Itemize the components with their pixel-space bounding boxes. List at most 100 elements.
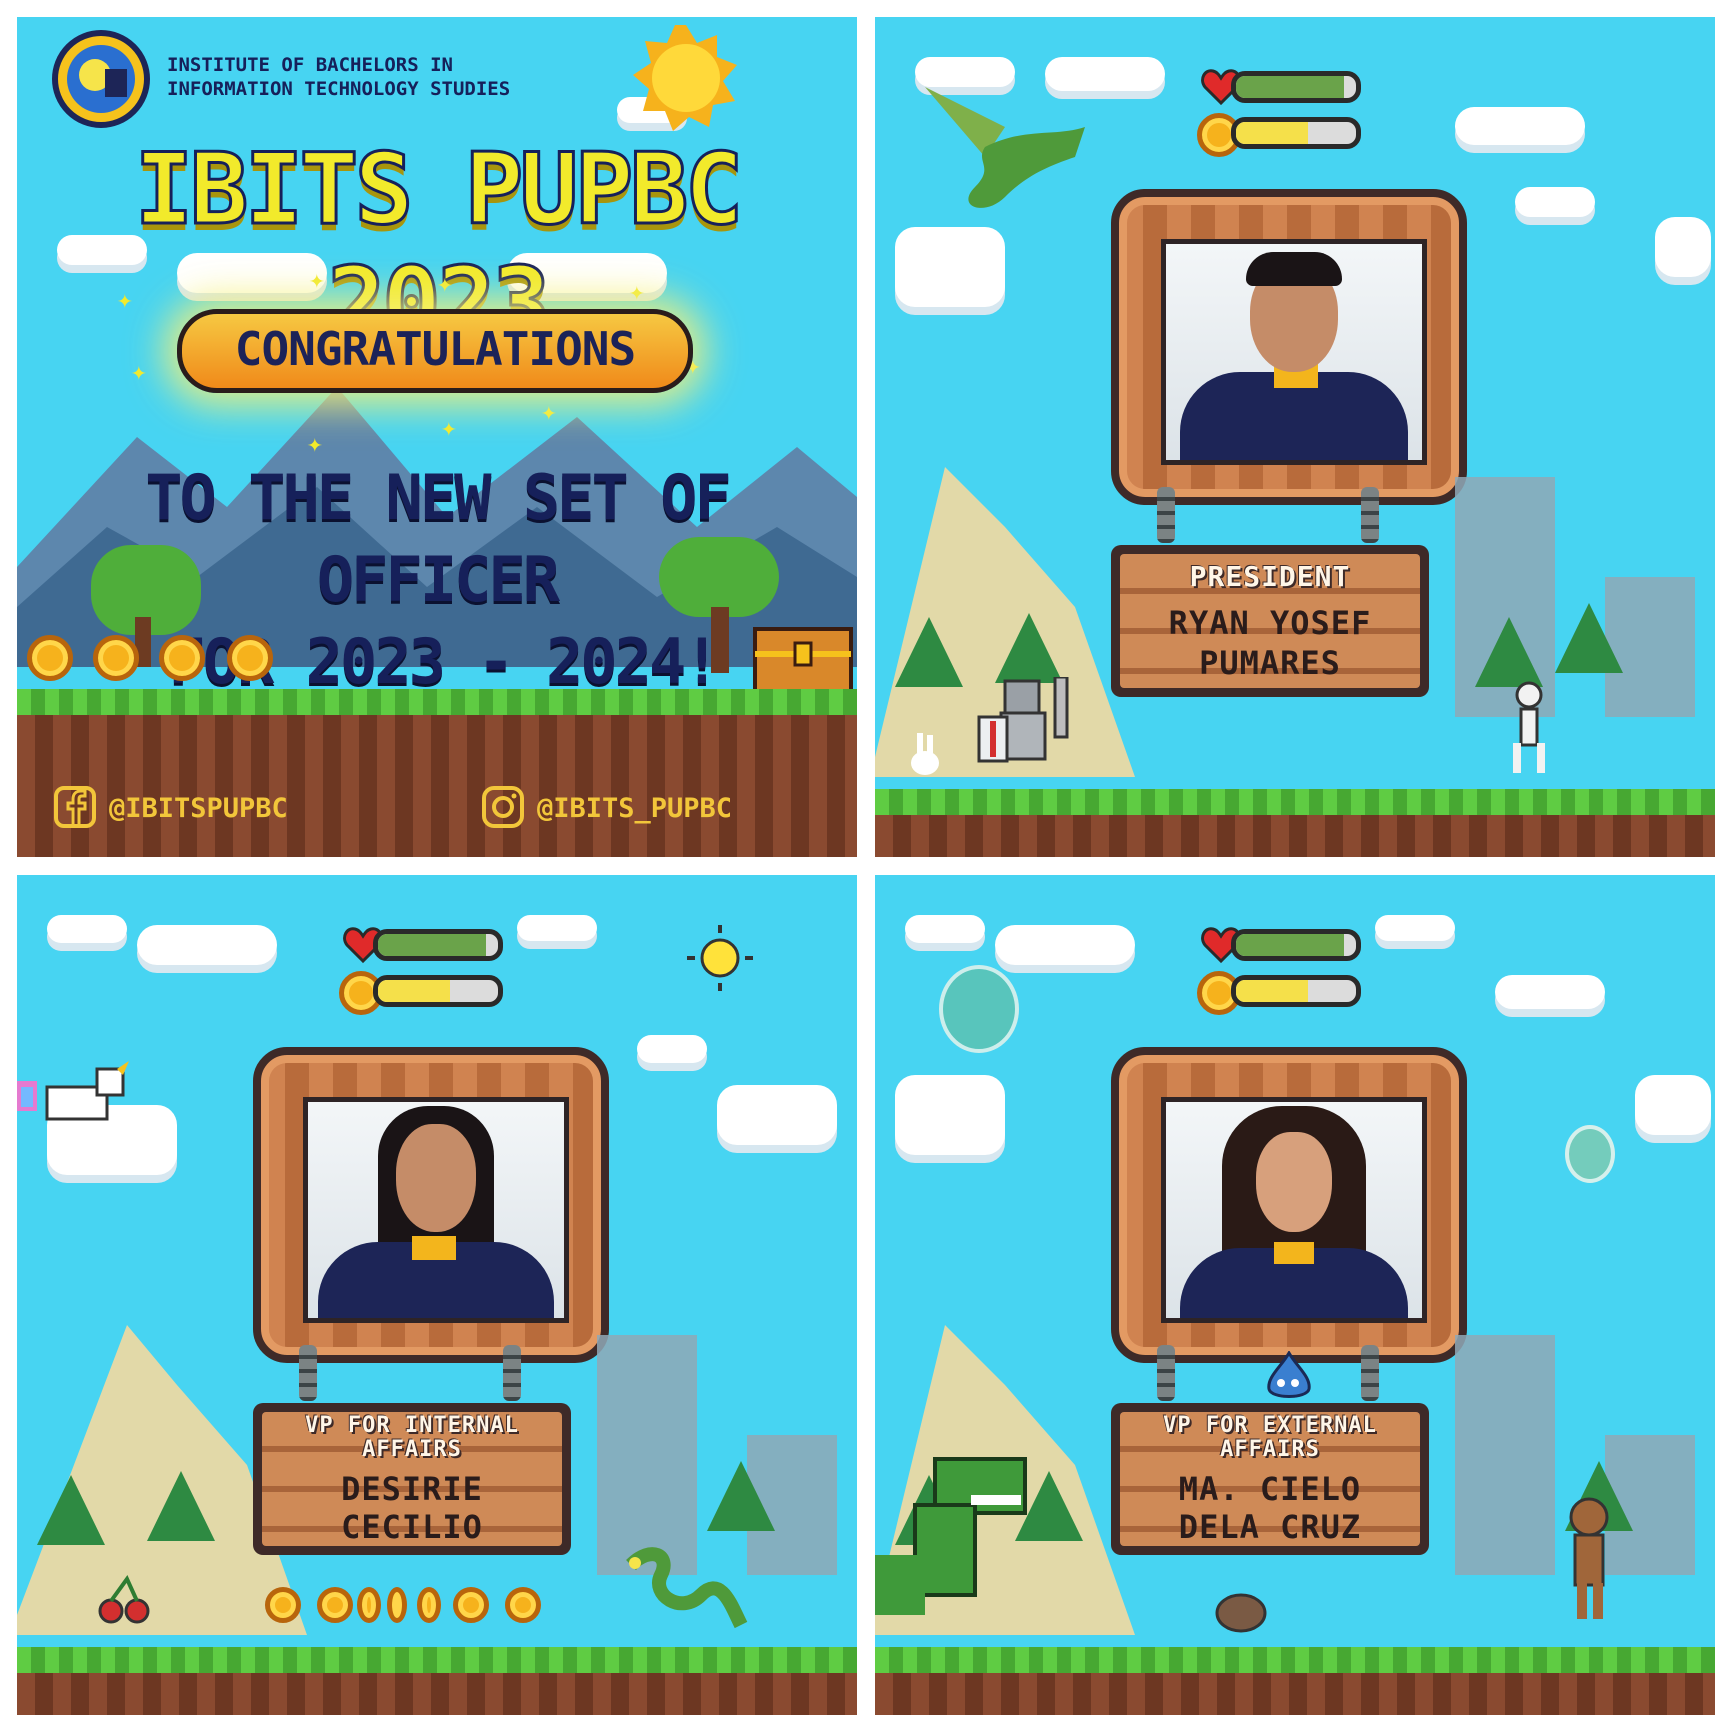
coin-icon <box>93 635 139 681</box>
unicorn-icon <box>17 1061 129 1121</box>
cloud <box>1375 915 1455 941</box>
ground-dirt <box>875 1673 1715 1715</box>
castle-tower <box>597 1335 697 1575</box>
ground-dirt <box>17 715 857 857</box>
poster-panel: INSTITUTE OF BACHELORS IN INFORMATION TE… <box>17 17 857 857</box>
sparkle: ✦ <box>117 285 133 315</box>
officer-name-line1: MA. CIELO <box>1178 1470 1362 1508</box>
sparkle: ✦ <box>131 357 147 387</box>
officer-photo <box>1161 1097 1427 1323</box>
officer-card-vp-internal: VP FOR INTERNAL AFFAIRS DESIRIE CECILIO <box>17 875 857 1715</box>
officer-photo <box>303 1097 569 1323</box>
coin-icon <box>159 635 205 681</box>
pine-tree <box>995 613 1063 683</box>
castle-tower <box>1455 1335 1555 1575</box>
officer-card-president: PRESIDENT RYAN YOSEF PUMARES <box>875 17 1715 857</box>
ground-grass <box>17 1647 857 1673</box>
name-sign: PRESIDENT RYAN YOSEF PUMARES <box>1111 545 1429 697</box>
pine-tree <box>1555 603 1623 673</box>
name-sign: VP FOR INTERNAL AFFAIRS DESIRIE CECILIO <box>253 1403 571 1555</box>
sun-icon <box>633 25 737 131</box>
cloud <box>995 925 1135 965</box>
tree <box>659 537 779 617</box>
coin-icon <box>417 1587 441 1623</box>
pine-tree <box>37 1475 105 1545</box>
cloud <box>717 1085 837 1145</box>
monkey-icon <box>1569 1497 1609 1619</box>
treasure-chest-icon <box>753 627 853 697</box>
health-bar <box>1231 929 1361 961</box>
facebook-icon <box>54 786 96 828</box>
cloud <box>517 915 597 941</box>
health-fill <box>378 934 486 956</box>
knight-icon <box>977 677 1069 763</box>
cloud <box>1655 217 1711 277</box>
sparkle: ✦ <box>441 413 457 443</box>
energy-bar <box>1231 975 1361 1007</box>
pine-tree <box>1475 617 1543 687</box>
chain <box>1361 1345 1379 1401</box>
cloud <box>1455 107 1585 145</box>
cloud <box>895 227 1005 307</box>
health-bar <box>1231 71 1361 103</box>
officer-photo <box>1161 239 1427 465</box>
position-title-line2: AFFAIRS <box>1220 1437 1320 1462</box>
snake-icon <box>626 1547 748 1629</box>
officer-name-line2: CECILIO <box>341 1508 483 1546</box>
sparkle: ✦ <box>541 397 557 427</box>
cloud <box>137 925 277 965</box>
org-name: INSTITUTE OF BACHELORS IN INFORMATION TE… <box>167 53 510 101</box>
photo-frame <box>1111 189 1467 505</box>
pine-tree <box>707 1461 775 1531</box>
potion-bubble <box>939 965 1019 1053</box>
chain <box>1157 487 1175 543</box>
pine-tree <box>895 617 963 687</box>
chain <box>299 1345 317 1401</box>
health-fill <box>1236 76 1344 98</box>
ground-dirt <box>17 1673 857 1715</box>
position-title-line1: VP FOR INTERNAL <box>305 1413 519 1438</box>
chain <box>1157 1345 1175 1401</box>
cloud <box>895 1075 1005 1155</box>
officer-name-line1: DESIRIE <box>341 1470 483 1508</box>
coin-icon <box>27 635 73 681</box>
sparkle: ✦ <box>307 429 323 459</box>
coin-icon <box>387 1587 407 1623</box>
ground-grass <box>875 789 1715 815</box>
slime-icon <box>1267 1351 1311 1398</box>
energy-fill <box>378 980 450 1002</box>
coin-icon <box>357 1587 381 1623</box>
ground-dirt <box>875 815 1715 857</box>
officer-name-line2: PUMARES <box>1199 644 1341 682</box>
org-name-line1: INSTITUTE OF BACHELORS IN <box>167 54 453 76</box>
coin-icon <box>265 1587 301 1623</box>
position-title-line1: VP FOR EXTERNAL <box>1163 1413 1377 1438</box>
logo-emblem <box>52 30 150 128</box>
position-title: PRESIDENT <box>1189 560 1351 593</box>
facebook-handle[interactable]: @IBITSPUPBC <box>109 793 288 824</box>
congrats-badge: CONGRATULATIONS <box>177 309 693 393</box>
cloud <box>47 915 127 943</box>
officer-card-vp-external: VP FOR EXTERNAL AFFAIRS MA. CIELO DELA C… <box>875 875 1715 1715</box>
dragon-icon <box>925 87 1085 208</box>
sun-icon <box>687 925 753 991</box>
cloud <box>1495 975 1605 1009</box>
dinosaur-icon <box>875 1457 1027 1615</box>
energy-fill <box>1236 122 1308 144</box>
cherry-icon <box>98 1575 150 1624</box>
chain <box>1361 487 1379 543</box>
instagram-icon <box>482 786 524 828</box>
photo-frame <box>253 1047 609 1363</box>
ground-grass <box>875 1647 1715 1673</box>
health-fill <box>1236 934 1344 956</box>
coin-icon <box>453 1587 489 1623</box>
instagram-handle[interactable]: @IBITS_PUPBC <box>537 793 732 824</box>
org-name-line2: INFORMATION TECHNOLOGY STUDIES <box>167 78 511 100</box>
cloud <box>637 1035 707 1063</box>
cloud <box>1635 1075 1711 1135</box>
pine-tree <box>147 1471 215 1541</box>
chain <box>503 1345 521 1401</box>
coin-icon <box>317 1587 353 1623</box>
coin-icon <box>505 1587 541 1623</box>
sparkle: ✦ <box>437 269 453 299</box>
